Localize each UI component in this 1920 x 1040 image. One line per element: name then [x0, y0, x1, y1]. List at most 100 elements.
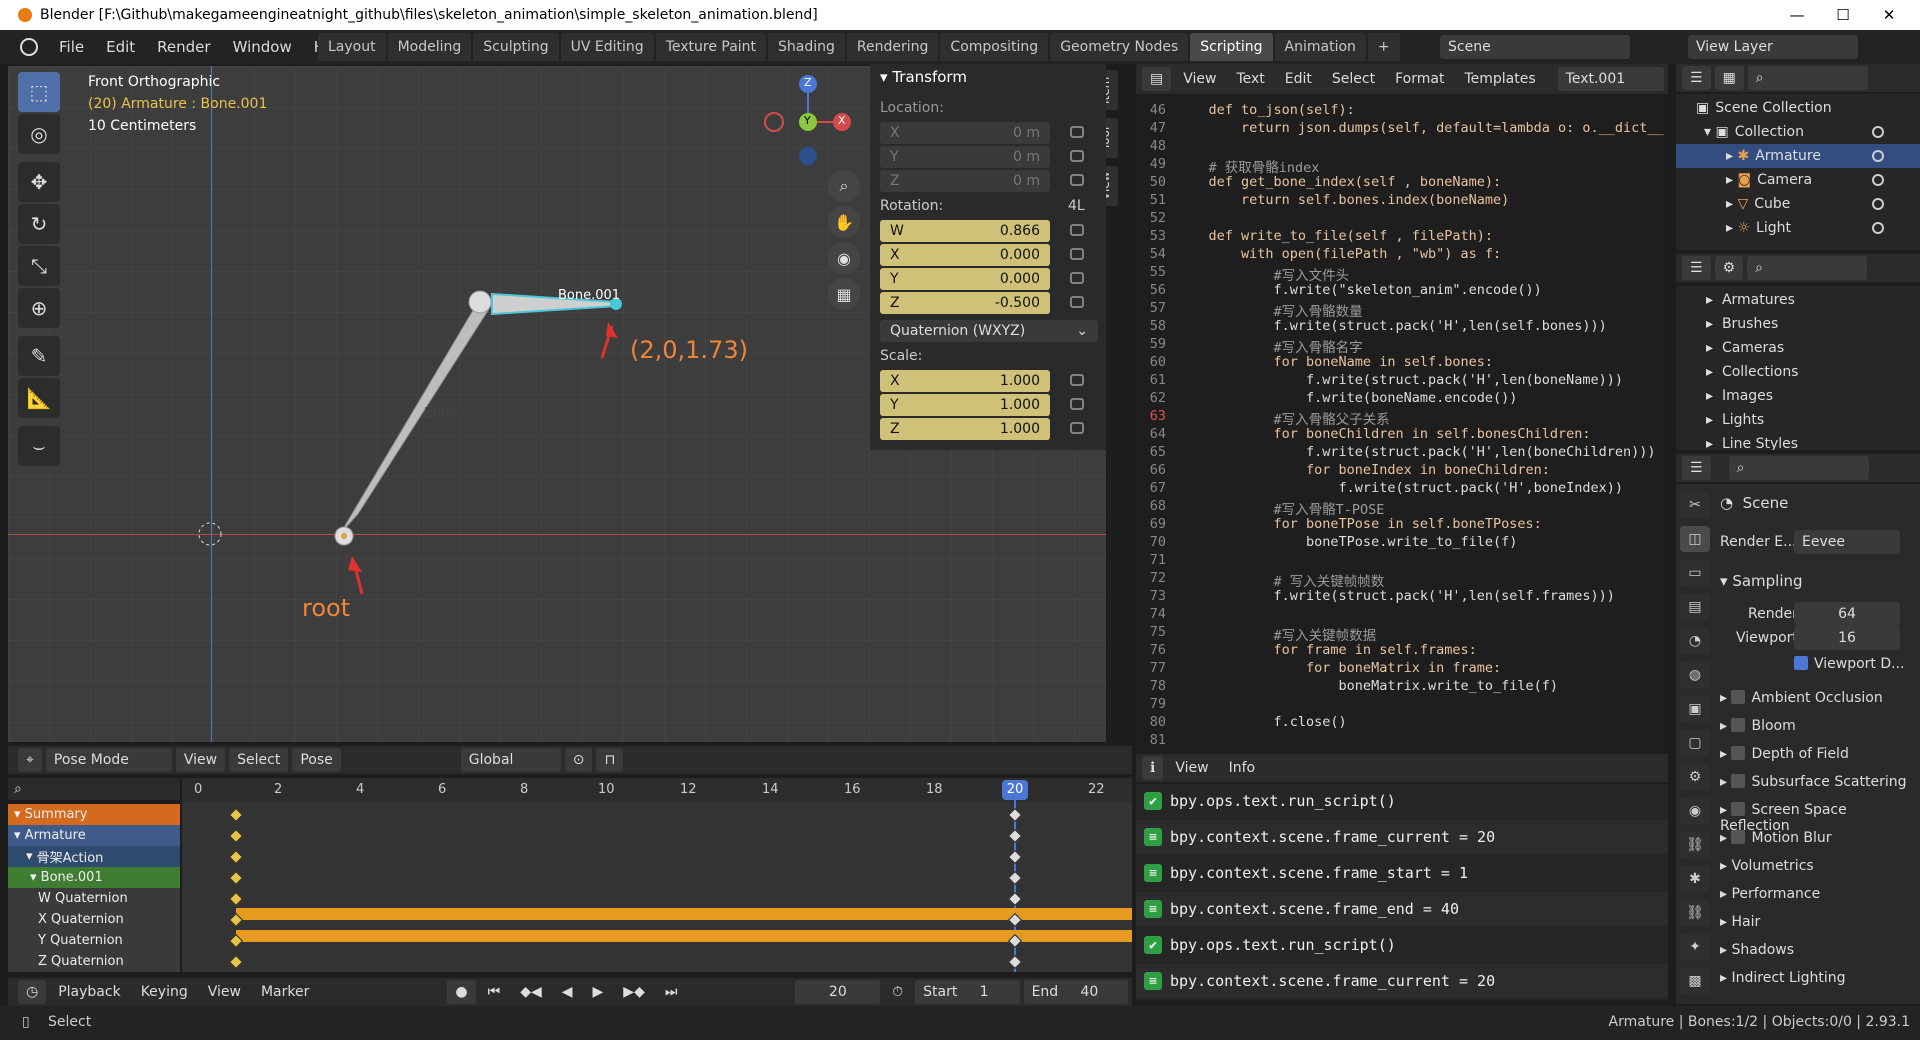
editor-type-icon[interactable]: ▤	[1142, 67, 1172, 91]
channel-y-quaternion[interactable]: Y Quaternion	[8, 930, 180, 951]
blender-menu-icon[interactable]	[20, 38, 38, 56]
lock-icon[interactable]	[1070, 374, 1084, 386]
tool-tab-icon[interactable]: ✂	[1680, 492, 1710, 518]
info-log-row[interactable]: ≡ bpy.context.scene.frame_start = 1	[1136, 856, 1668, 890]
dopesheet-area[interactable]: 0 2 4 6 8 10 12 14 16 18 20 22	[182, 778, 1132, 972]
data-tab-icon[interactable]: ✦	[1680, 934, 1710, 960]
channel-x-quaternion[interactable]: X Quaternion	[8, 909, 180, 930]
db-cameras[interactable]: ▸ Cameras	[1706, 340, 1784, 356]
keying-menu[interactable]: Keying	[133, 980, 196, 1004]
eye-icon[interactable]	[1872, 198, 1884, 210]
keyframe[interactable]	[228, 849, 244, 865]
tab-layout[interactable]: Layout	[318, 33, 386, 61]
camera-view-icon[interactable]: ◉	[828, 242, 860, 274]
channel-bone001[interactable]: ▾ Bone.001	[8, 867, 180, 888]
menu-render[interactable]: Render	[146, 38, 221, 56]
outliner-type-icon[interactable]: ☰	[1682, 256, 1711, 280]
keyframe[interactable]	[1007, 891, 1023, 907]
tab-geometry-nodes[interactable]: Geometry Nodes	[1050, 33, 1189, 61]
frame-ruler[interactable]	[182, 778, 1132, 802]
db-armatures[interactable]: ▸ Armatures	[1706, 292, 1795, 308]
timeline-view-menu[interactable]: View	[200, 980, 249, 1004]
pan-hand-icon[interactable]: ✋	[828, 206, 860, 238]
tab-animation[interactable]: Animation	[1274, 33, 1366, 61]
scale-z-field[interactable]: Z 1.000	[880, 418, 1050, 440]
rotation-w-field[interactable]: W 0.866	[880, 220, 1050, 242]
menu-window[interactable]: Window	[222, 38, 303, 56]
start-frame-field[interactable]: Start 1	[915, 980, 1020, 1004]
next-keyframe-icon[interactable]: ▶◆	[615, 980, 653, 1004]
channel-armature[interactable]: ▾ Armature	[8, 825, 180, 846]
tab-compositing[interactable]: Compositing	[940, 33, 1049, 61]
properties-search-icon[interactable]: ⌕	[1728, 456, 1869, 480]
section-checkbox[interactable]	[1731, 718, 1746, 732]
channel-summary[interactable]: ▾ Summary	[8, 804, 180, 825]
db-line-styles[interactable]: ▸ Line Styles	[1706, 436, 1798, 450]
section-checkbox[interactable]	[1731, 746, 1746, 760]
editor-type-icon[interactable]: ⌖	[18, 748, 42, 772]
tab-texture-paint[interactable]: Texture Paint	[655, 33, 767, 61]
menu-edit[interactable]: Edit	[95, 38, 146, 56]
text-menu-templates[interactable]: Templates	[1456, 67, 1543, 91]
end-frame-field[interactable]: End 40	[1023, 980, 1128, 1004]
tab-uv-editing[interactable]: UV Editing	[560, 33, 654, 61]
minimize-button[interactable]: —	[1774, 0, 1820, 30]
property-section[interactable]: ▸ Shadows	[1720, 942, 1794, 958]
section-checkbox[interactable]	[1731, 802, 1746, 816]
lock-icon[interactable]	[1070, 272, 1084, 284]
play-icon[interactable]: ▶	[585, 980, 612, 1004]
record-icon[interactable]: ●	[447, 980, 476, 1004]
collection-tab-icon[interactable]: ▣	[1680, 696, 1710, 722]
playback-menu[interactable]: Playback	[50, 980, 128, 1004]
property-section[interactable]: ▸ Bloom	[1720, 718, 1796, 734]
property-section[interactable]: ▸ Performance	[1720, 886, 1820, 902]
property-section[interactable]: ▸ Ambient Occlusion	[1720, 690, 1883, 706]
info-log[interactable]: ✔ bpy.ops.text.run_script() ≡ bpy.context.s…	[1136, 784, 1668, 1000]
rotation-mode-dropdown[interactable]: Quaternion (WXYZ) ⌄	[880, 320, 1098, 342]
lock-icon[interactable]	[1070, 126, 1084, 138]
bone-tab-icon[interactable]: ✱	[1680, 866, 1710, 892]
properties-type-icon[interactable]: ☰	[1682, 456, 1711, 480]
physics-tab-icon[interactable]: ◉	[1680, 798, 1710, 824]
scene-selector[interactable]: Scene	[1440, 35, 1630, 59]
close-button[interactable]: ✕	[1866, 0, 1912, 30]
db-collections[interactable]: ▸ Collections	[1706, 364, 1798, 380]
select-menu[interactable]: Select	[229, 748, 289, 772]
location-y-field[interactable]: Y0 m	[880, 146, 1050, 168]
view-layer-tab-icon[interactable]: ▤	[1680, 594, 1710, 620]
pivot-icon[interactable]: ⊙	[564, 748, 593, 772]
menu-file[interactable]: File	[48, 38, 95, 56]
lock-icon[interactable]	[1070, 150, 1084, 162]
datablocks-search-icon[interactable]: ⌕	[1747, 256, 1868, 280]
mode-dropdown[interactable]: Pose Mode	[45, 748, 172, 772]
play-reverse-icon[interactable]: ◀	[554, 980, 581, 1004]
channel-z-quaternion[interactable]: Z Quaternion	[8, 951, 180, 972]
world-tab-icon[interactable]: ◍	[1680, 662, 1710, 688]
info-editor-type-icon[interactable]: ℹ	[1142, 756, 1164, 780]
keyframe[interactable]	[1007, 849, 1023, 865]
property-section[interactable]: ▸ Hair	[1720, 914, 1760, 930]
snap-icon[interactable]: ⊓	[596, 748, 624, 772]
tab-sculpting[interactable]: Sculpting	[473, 33, 559, 61]
eye-icon[interactable]	[1872, 174, 1884, 186]
keyframe[interactable]	[228, 870, 244, 886]
db-brushes[interactable]: ▸ Brushes	[1706, 316, 1778, 332]
location-z-field[interactable]: Z0 m	[880, 170, 1050, 192]
property-section[interactable]: ▸ Indirect Lighting	[1720, 970, 1846, 986]
orientation-dropdown[interactable]: Global	[460, 748, 561, 772]
info-menu-info[interactable]: Info	[1221, 756, 1264, 780]
lock-icon[interactable]	[1070, 422, 1084, 434]
scale-x-field[interactable]: X 1.000	[880, 370, 1050, 392]
timeline-search-bar[interactable]: ⌕	[8, 778, 180, 800]
blend-file-icon[interactable]: ⚙	[1714, 256, 1744, 280]
current-frame-indicator[interactable]: 20	[1002, 780, 1028, 800]
jump-end-icon[interactable]: ⏭	[657, 980, 686, 1004]
outliner-scene-collection[interactable]: ▣ Scene Collection	[1676, 96, 1920, 120]
keyframe[interactable]	[228, 954, 244, 970]
text-menu-view[interactable]: View	[1175, 67, 1224, 91]
outliner-type-icon[interactable]: ☰	[1682, 66, 1711, 90]
render-samples-field[interactable]: 64	[1794, 602, 1900, 626]
info-log-row[interactable]: ≡ bpy.context.scene.frame_current = 20	[1136, 964, 1668, 998]
section-checkbox[interactable]	[1731, 774, 1746, 788]
view-layer-selector[interactable]: View Layer	[1688, 35, 1858, 59]
